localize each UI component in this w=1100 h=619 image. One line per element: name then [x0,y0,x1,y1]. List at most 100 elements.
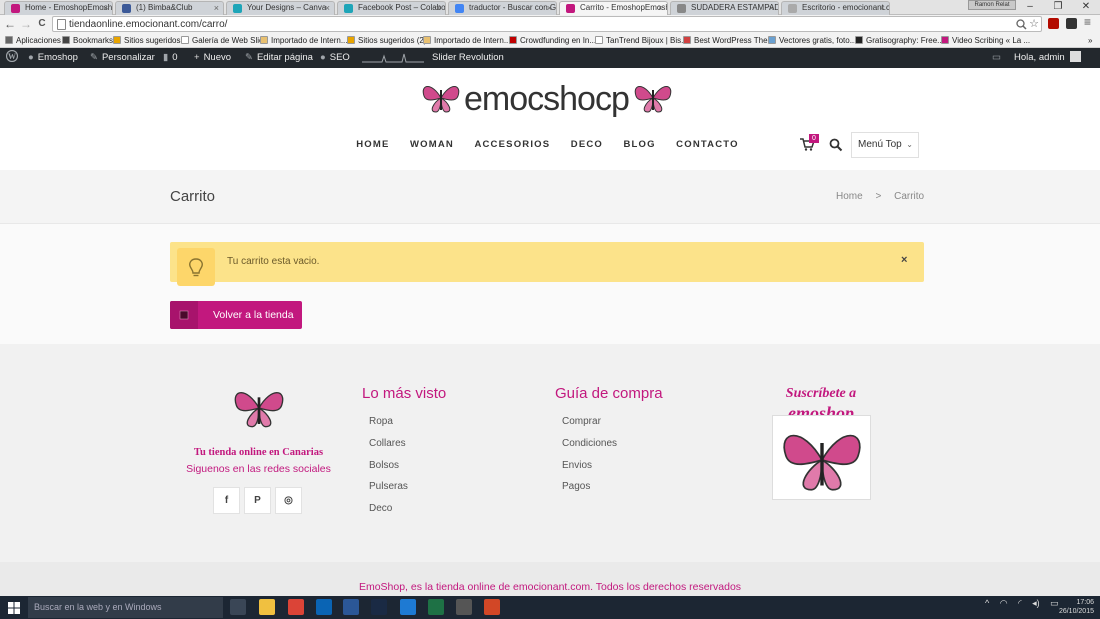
tab-close-icon[interactable]: × [547,2,552,14]
pdf-extension-icon[interactable] [1048,18,1059,29]
bookmark-label: Best WordPress The... [694,36,775,45]
taskbar-clock[interactable]: 17:06 26/10/2015 [1056,598,1094,616]
bookmark-item[interactable]: Importado de Intern... [423,35,511,46]
wp-comments-link[interactable]: ▮ 0 [163,48,178,68]
menu-top-label: Menú Top [858,139,902,150]
edge-taskbar-icon[interactable] [400,599,416,615]
bookmark-item[interactable]: Crowdfunding en In... [509,35,596,46]
wp-new-link[interactable]: + Nuevo [194,48,231,68]
bookmarks-more-button[interactable]: » [1088,35,1092,46]
footer-link-condiciones[interactable]: Condiciones [562,438,617,449]
chrome-taskbar-icon[interactable] [288,599,304,615]
bookmark-item[interactable]: TanTrend Bijoux | Bis... [595,35,688,46]
tray-chevron-icon[interactable]: ^ [985,598,989,608]
powerpoint-taskbar-icon[interactable] [484,599,500,615]
site-logo[interactable]: emocshocp [420,78,675,120]
tab-close-icon[interactable]: × [214,2,219,14]
tab-close-icon[interactable]: × [769,2,774,14]
maximize-button[interactable]: ❐ [1048,0,1068,14]
footer-link-ropa[interactable]: Ropa [369,416,393,427]
browser-tab[interactable]: Home - EmoshopEmosho × [4,1,113,15]
outlook-taskbar-icon[interactable] [316,599,332,615]
excel-taskbar-icon[interactable] [428,599,444,615]
instagram-icon[interactable]: ◎ [275,487,302,514]
brush-icon: ✎ [90,52,98,63]
browser-tab[interactable]: Carrito - EmoshopEmosho × [559,1,668,15]
bookmark-item[interactable]: Galería de Web Slice [181,35,267,46]
footer-link-pulseras[interactable]: Pulseras [369,481,408,492]
nav-blog[interactable]: BLOG [623,139,655,150]
search-icon[interactable] [829,138,843,152]
wordpress-logo-icon[interactable]: W [5,48,19,68]
browser-tab[interactable]: Facebook Post – Colabora × [337,1,446,15]
forward-button[interactable]: → [19,17,33,31]
facebook-icon[interactable]: f [213,487,240,514]
wifi-icon[interactable]: ◜ [1018,598,1022,608]
wp-seo-link[interactable]: ● SEO [320,48,350,68]
reload-button[interactable]: C [35,17,49,31]
bookmark-item[interactable]: Sitios sugeridos [113,35,180,46]
subscribe-banner[interactable] [772,415,871,500]
address-bar[interactable]: tiendaonline.emocionant.com/carro/ ☆ [52,16,1042,32]
footer-link-envios[interactable]: Envios [562,460,592,471]
nav-woman[interactable]: WOMAN [410,139,454,150]
tab-close-icon[interactable]: × [325,2,330,14]
tab-close-icon[interactable]: × [880,2,885,14]
tab-close-icon[interactable]: × [436,2,441,14]
bookmark-item[interactable]: Aplicaciones [5,35,61,46]
windows-start-icon[interactable] [8,602,20,614]
bookmark-item[interactable]: Sitios sugeridos (2) [347,35,426,46]
layers-extension-icon[interactable] [1066,18,1077,29]
footer-link-bolsos[interactable]: Bolsos [369,460,399,471]
zoom-icon[interactable] [1016,19,1027,30]
network-icon[interactable]: ◠ [1000,598,1008,608]
bookmark-item[interactable]: Best WordPress The... [683,35,774,46]
menu-top-dropdown[interactable]: Menú Top ⌄ [851,132,919,158]
tab-close-icon[interactable]: × [658,2,663,14]
minimize-button[interactable]: – [1020,0,1040,14]
breadcrumb-home[interactable]: Home [836,191,863,202]
nav-contacto[interactable]: CONTACTO [676,139,739,150]
browser-tab[interactable]: Your Designs – Canva × [226,1,335,15]
nav-accesorios[interactable]: ACCESORIOS [474,139,550,150]
return-to-shop-button[interactable]: Volver a la tienda [170,301,302,329]
file-explorer-taskbar-icon[interactable] [259,599,275,615]
wp-account-link[interactable]: Hola, admin [1014,48,1081,68]
bookmark-item[interactable]: Gratisography: Free... [855,35,944,46]
task-view-taskbar-icon[interactable] [230,599,246,615]
menu-icon[interactable]: ≡ [1084,16,1095,28]
volume-icon[interactable]: ◂) [1032,598,1040,608]
footer-link-collares[interactable]: Collares [369,438,406,449]
browser-tab[interactable]: Escritorio - emocionant.co × [781,1,890,15]
photoshop-taskbar-icon[interactable] [371,599,387,615]
wp-customize-link[interactable]: ✎ Personalizar [90,48,155,68]
footer-link-comprar[interactable]: Comprar [562,416,601,427]
close-window-button[interactable]: ✕ [1076,0,1096,14]
close-icon[interactable]: × [901,254,907,266]
wp-screen-icon[interactable]: ▭ [992,48,1005,68]
wp-slider-revolution-link[interactable]: Slider Revolution [432,48,504,68]
calculator-taskbar-icon[interactable] [456,599,472,615]
profile-button[interactable]: Ramon Relat [968,0,1016,10]
pinterest-icon[interactable]: P [244,487,271,514]
bookmark-icon [260,36,268,44]
word-taskbar-icon[interactable] [343,599,359,615]
bookmark-item[interactable]: Bookmarks [62,35,113,46]
bookmark-item[interactable]: Video Scribing « La ... [941,35,1030,46]
nav-home[interactable]: HOME [356,139,389,150]
footer-link-deco[interactable]: Deco [369,503,392,514]
tab-close-icon[interactable]: × [103,2,108,14]
taskbar-search-input[interactable]: Buscar en la web y en Windows [28,597,223,618]
bookmark-item[interactable]: Importado de Intern... [260,35,348,46]
browser-tab[interactable]: (1) Bimba&Club × [115,1,224,15]
footer-link-pagos[interactable]: Pagos [562,481,590,492]
back-button[interactable]: ← [3,17,17,31]
bookmark-item[interactable]: Vectores gratis, foto... [768,35,856,46]
star-icon[interactable]: ☆ [1029,17,1039,30]
nav-deco[interactable]: DECO [571,139,603,150]
wp-comments-count: 0 [172,52,178,63]
wp-edit-page-link[interactable]: ✎ Editar página [245,48,313,68]
browser-tab[interactable]: traductor - Buscar con Go × [448,1,557,15]
browser-tab[interactable]: SUDADERA ESTAMPADO × [670,1,779,15]
wp-site-link[interactable]: ● Emoshop [28,48,78,68]
